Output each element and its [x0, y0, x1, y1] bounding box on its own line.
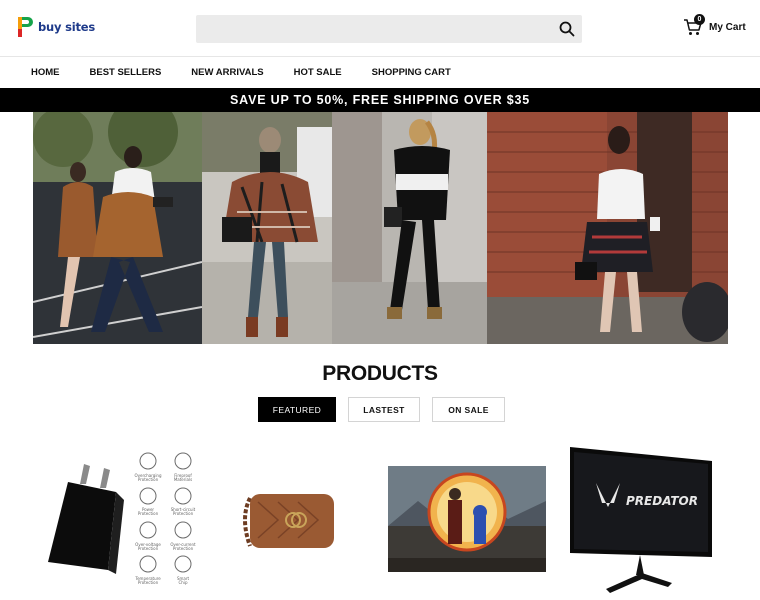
charger-image: Overcharging Protection Fireproof Materi… — [48, 452, 196, 585]
product-tabs: FEATURED LASTEST ON SALE — [258, 397, 505, 422]
brick-wall-image — [487, 112, 728, 344]
svg-text:Materials: Materials — [174, 477, 192, 482]
plaid-cape-image — [202, 112, 332, 344]
svg-text:Protection: Protection — [173, 546, 194, 551]
search-input[interactable] — [196, 15, 582, 43]
site-header: buy sites 0 My Cart — [0, 0, 760, 57]
handbag-image — [243, 494, 334, 548]
product-card-movie[interactable] — [388, 466, 546, 572]
svg-text:Protection: Protection — [173, 511, 194, 516]
hero-panel-1 — [33, 112, 202, 344]
hero-banner[interactable] — [33, 112, 728, 344]
site-logo[interactable]: buy sites — [17, 16, 95, 38]
hero-panel-2 — [202, 112, 332, 344]
tab-on-sale[interactable]: ON SALE — [432, 397, 505, 422]
product-card-charger[interactable]: Overcharging Protection Fireproof Materi… — [38, 446, 203, 591]
nav-item-best-sellers[interactable]: BEST SELLERS — [90, 67, 162, 78]
product-card-handbag[interactable] — [238, 480, 338, 560]
striped-top-image — [332, 112, 487, 344]
movie-poster-image — [388, 466, 546, 572]
cart-label: My Cart — [709, 21, 746, 33]
nav-item-shopping-cart[interactable]: SHOPPING CART — [372, 67, 451, 78]
products-heading: PRODUCTS — [322, 362, 438, 385]
svg-text:Protection: Protection — [138, 477, 159, 482]
product-card-monitor[interactable]: PREDATOR — [566, 443, 716, 593]
hero-panel-4 — [487, 112, 728, 344]
nav-item-new-arrivals[interactable]: NEW ARRIVALS — [191, 67, 263, 78]
logo-icon — [18, 17, 33, 37]
hero-panel-3 — [332, 112, 487, 344]
tab-lastest[interactable]: LASTEST — [348, 397, 420, 422]
svg-text:Protection: Protection — [138, 511, 159, 516]
monitor-brand-text: PREDATOR — [626, 494, 698, 508]
search-bar — [196, 15, 582, 43]
nav-item-home[interactable]: HOME — [31, 67, 60, 78]
cart-icon: 0 — [683, 14, 705, 37]
svg-text:Protection: Protection — [138, 546, 159, 551]
tab-featured[interactable]: FEATURED — [258, 397, 336, 422]
cart-button[interactable]: 0 My Cart — [683, 14, 746, 37]
svg-text:Protection: Protection — [138, 580, 159, 585]
promo-banner[interactable]: SAVE UP TO 50%, FREE SHIPPING OVER $35 — [0, 88, 760, 112]
logo-text: buy sites — [38, 20, 96, 34]
main-nav: HOME BEST SELLERS NEW ARRIVALS HOT SALE … — [0, 57, 760, 88]
svg-text:Chip: Chip — [179, 580, 188, 585]
monitor-image: PREDATOR — [570, 447, 712, 593]
search-icon[interactable] — [558, 20, 576, 38]
street-scene-image — [33, 112, 202, 344]
cart-count-badge: 0 — [694, 14, 705, 25]
nav-item-hot-sale[interactable]: HOT SALE — [294, 67, 342, 78]
